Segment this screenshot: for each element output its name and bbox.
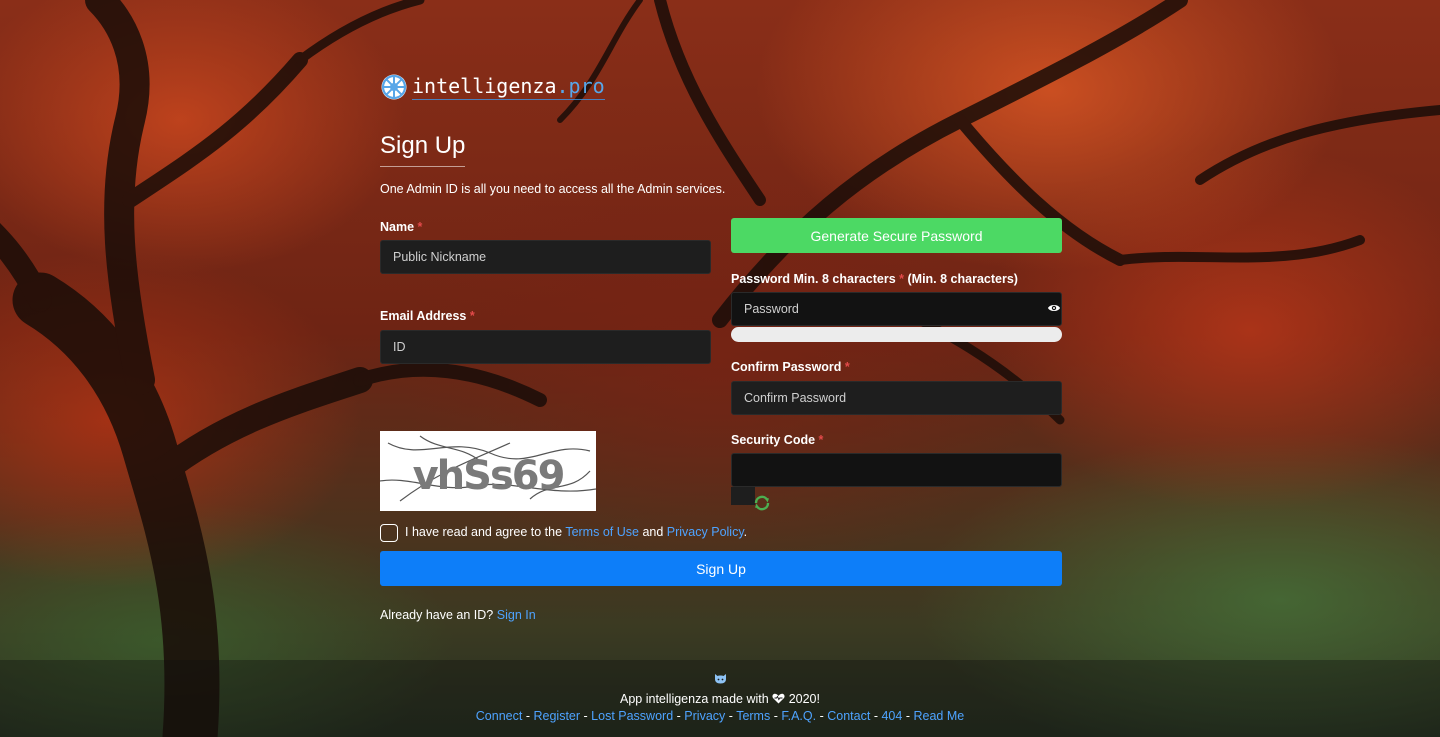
already-have-id-text: Already have an ID? xyxy=(380,608,494,622)
brand-name: intelligenza.pro xyxy=(412,74,605,100)
footer: App intelligenza made with 2020! Connect… xyxy=(0,660,1440,737)
security-code-label: Security Code * xyxy=(731,433,823,447)
sign-up-button[interactable]: Sign Up xyxy=(380,551,1062,586)
confirm-password-label: Confirm Password * xyxy=(731,360,850,374)
email-label-text: Email Address xyxy=(380,309,467,323)
background-image xyxy=(0,0,1440,737)
captcha-image: vhSs69 xyxy=(380,431,596,511)
footer-made-prefix: App intelligenza made with xyxy=(620,692,769,706)
security-code-input[interactable] xyxy=(731,453,1062,487)
page-title: Sign Up xyxy=(380,132,466,167)
email-input[interactable] xyxy=(380,330,711,364)
sign-in-link[interactable]: Sign In xyxy=(497,608,536,622)
password-input[interactable] xyxy=(731,292,1062,326)
name-label-text: Name xyxy=(380,220,415,234)
privacy-policy-link[interactable]: Privacy Policy xyxy=(667,525,744,539)
brand-name-main: intelligenza xyxy=(412,74,557,98)
required-mark: * xyxy=(844,360,850,374)
heart-icon xyxy=(772,693,785,704)
footer-link-contact[interactable]: Contact xyxy=(827,709,870,723)
terms-of-use-link[interactable]: Terms of Use xyxy=(565,525,639,539)
footer-link-lost-password[interactable]: Lost Password xyxy=(591,709,673,723)
security-code-label-text: Security Code xyxy=(731,433,816,447)
password-strength-bar xyxy=(731,327,1062,342)
page-subtitle: One Admin ID is all you need to access a… xyxy=(380,182,726,196)
required-mark: * xyxy=(899,272,905,286)
agree-suffix: . xyxy=(743,525,748,539)
footer-link-404[interactable]: 404 xyxy=(881,709,902,723)
footer-link-register[interactable]: Register xyxy=(533,709,580,723)
generate-password-button[interactable]: Generate Secure Password xyxy=(731,218,1062,253)
footer-link-privacy[interactable]: Privacy xyxy=(684,709,725,723)
already-have-id: Already have an ID? Sign In xyxy=(380,608,536,622)
eye-icon[interactable] xyxy=(1047,302,1061,314)
footer-separator: - xyxy=(873,709,878,723)
footer-separator: - xyxy=(583,709,588,723)
security-code-addon xyxy=(731,487,755,505)
footer-link-terms[interactable]: Terms xyxy=(736,709,770,723)
required-mark: * xyxy=(818,433,824,447)
refresh-icon[interactable] xyxy=(753,494,771,512)
brand-name-tld: .pro xyxy=(556,74,605,98)
footer-separator: - xyxy=(676,709,681,723)
footer-separator: - xyxy=(819,709,824,723)
confirm-password-label-text: Confirm Password xyxy=(731,360,842,374)
name-label: Name * xyxy=(380,220,422,234)
footer-separator: - xyxy=(525,709,530,723)
agree-and: and xyxy=(642,525,664,539)
password-label-text: Password Min. 8 characters xyxy=(731,272,896,286)
footer-link-faq[interactable]: F.A.Q. xyxy=(781,709,816,723)
dharma-wheel-icon xyxy=(381,74,407,100)
footer-separator: - xyxy=(728,709,733,723)
footer-made-with: App intelligenza made with 2020! xyxy=(0,692,1440,706)
brand-logo[interactable]: intelligenza.pro xyxy=(380,73,605,101)
agree-checkbox[interactable] xyxy=(380,524,398,542)
footer-link-connect[interactable]: Connect xyxy=(476,709,523,723)
footer-link-read-me[interactable]: Read Me xyxy=(913,709,964,723)
required-mark: * xyxy=(469,309,475,323)
email-label: Email Address * xyxy=(380,309,475,323)
agree-prefix: I have read and agree to the xyxy=(405,525,563,539)
password-hint: (Min. 8 characters) xyxy=(907,272,1018,286)
agree-text: I have read and agree to the Terms of Us… xyxy=(405,525,747,539)
footer-made-suffix: 2020! xyxy=(788,692,820,706)
footer-separator: - xyxy=(905,709,910,723)
confirm-password-input[interactable] xyxy=(731,381,1062,415)
footer-links: Connect - Register - Lost Password - Pri… xyxy=(0,709,1440,723)
password-label: Password Min. 8 characters * (Min. 8 cha… xyxy=(731,272,1018,286)
name-input[interactable] xyxy=(380,240,711,274)
footer-separator: - xyxy=(773,709,778,723)
captcha-text: vhSs69 xyxy=(413,453,564,499)
required-mark: * xyxy=(417,220,423,234)
github-cat-icon[interactable] xyxy=(714,673,727,684)
